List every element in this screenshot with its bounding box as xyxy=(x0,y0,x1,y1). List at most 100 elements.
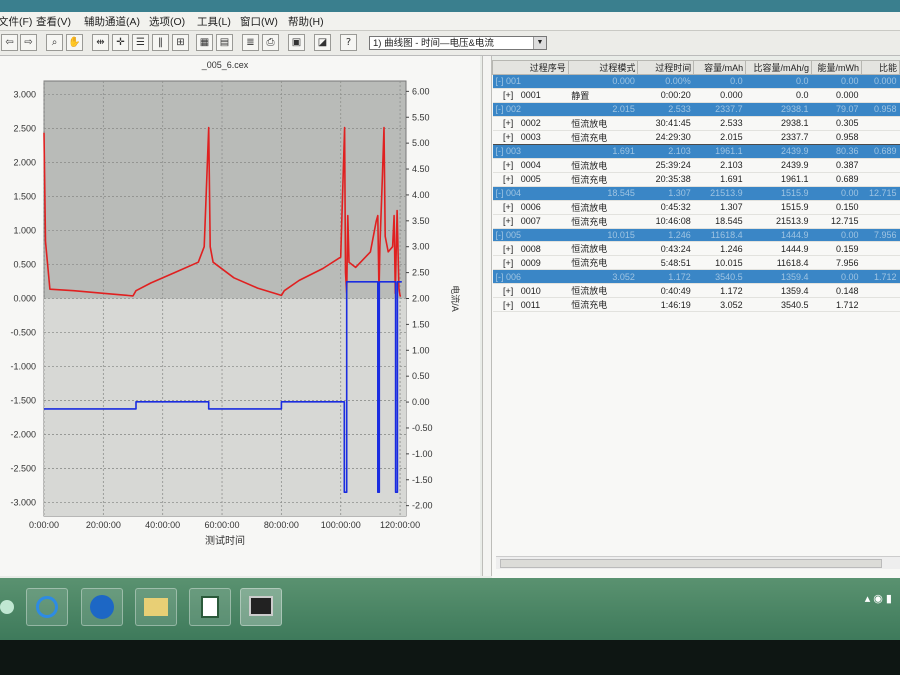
table-cell: 11618.4 xyxy=(745,255,812,271)
arrow-left-icon[interactable]: ⇦ xyxy=(1,34,18,51)
table-cell: 2.533 xyxy=(637,102,694,117)
step-row[interactable]: [+] 0005 恒流充电 20:35:38 1.691 1961.1 0.689 xyxy=(492,172,900,187)
cycle-row[interactable]: [-] 002 2.015 2.533 2337.7 2938.1 79.07 0.958 xyxy=(492,102,900,117)
step-row[interactable]: [+] 0001 静置 0:00:20 0.000 0.0 0.000 xyxy=(492,88,900,103)
grid-icon[interactable]: ⊞ xyxy=(172,34,189,51)
menu-options[interactable]: 选项(O) xyxy=(149,14,185,29)
table-cell: [+] 0001 xyxy=(492,88,569,103)
list-icon[interactable]: ≣ xyxy=(242,34,259,51)
step-row[interactable]: [+] 0008 恒流放电 0:43:24 1.246 1444.9 0.159 xyxy=(492,241,900,257)
y-right-tick-label: 0.50 xyxy=(412,371,430,381)
layout-icon[interactable]: ▣ xyxy=(288,34,305,51)
split-v-icon[interactable]: ‖ xyxy=(152,34,169,51)
table-cell xyxy=(861,158,900,173)
teamviewer-icon[interactable] xyxy=(81,588,123,626)
split-h-icon[interactable]: ☰ xyxy=(132,34,149,51)
y-left-tick-label: -2.000 xyxy=(10,429,36,439)
step-row[interactable]: [+] 0009 恒流充电 5:48:51 10.015 11618.4 7.956 xyxy=(492,255,900,271)
menu-view[interactable]: 查看(V) xyxy=(36,14,71,29)
hand-icon[interactable]: ✋ xyxy=(66,34,83,51)
table-icon[interactable]: ▦ xyxy=(196,34,213,51)
table-cell: 1.246 xyxy=(693,241,746,257)
step-row[interactable]: [+] 0002 恒流放电 30:41:45 2.533 2938.1 0.305 xyxy=(492,116,900,131)
column-header[interactable]: 容量/mAh xyxy=(693,60,747,75)
table-header: 过程序号 过程模式 过程时间 容量/mAh 比容量/mAh/g 能量/mWh 比能 xyxy=(492,60,900,75)
table-cell: 7.956 xyxy=(861,228,900,243)
step-row[interactable]: [+] 0004 恒流放电 25:39:24 2.103 2439.9 0.387 xyxy=(492,158,900,173)
export-icon[interactable]: ◪ xyxy=(314,34,331,51)
menu-file[interactable]: 文件(F) xyxy=(0,14,32,29)
ie-icon[interactable] xyxy=(26,588,68,626)
h-cursor-icon[interactable]: ⇹ xyxy=(92,34,109,51)
table-cell xyxy=(861,241,900,257)
cross-cursor-icon[interactable]: ✛ xyxy=(112,34,129,51)
column-header[interactable]: 能量/mWh xyxy=(811,60,863,75)
y-right-tick-label: 5.50 xyxy=(412,112,430,122)
chart-app-icon[interactable] xyxy=(240,588,282,626)
table-cell: 1961.1 xyxy=(745,172,812,187)
table-cell: [+] 0005 xyxy=(492,172,569,187)
step-row[interactable]: [+] 0007 恒流充电 10:46:08 18.545 21513.9 12.715 xyxy=(492,214,900,229)
y-right-tick-label: 3.50 xyxy=(412,216,430,226)
table-cell: 80.36 xyxy=(811,144,862,159)
table-cell: 恒流放电 xyxy=(568,283,638,299)
table-cell xyxy=(861,200,900,215)
cycle-row[interactable]: [-] 005 10.015 1.246 11618.4 1444.9 0.00 7.956 xyxy=(492,228,900,243)
zoom-select-icon[interactable]: ⌕ xyxy=(46,34,63,51)
table-cell: [+] 0002 xyxy=(492,116,569,131)
column-header[interactable]: 过程序号 xyxy=(492,60,569,75)
column-header[interactable]: 过程模式 xyxy=(567,60,639,75)
scroll-thumb[interactable] xyxy=(500,559,882,568)
report-icon[interactable]: ▤ xyxy=(216,34,233,51)
table-cell: 1.691 xyxy=(693,172,746,187)
x-tick-label: 60:00:00 xyxy=(205,520,240,530)
table-cell: [+] 0008 xyxy=(492,241,569,257)
table-cell: 0.148 xyxy=(811,283,862,299)
step-row[interactable]: [+] 0011 恒流充电 1:46:19 3.052 3540.5 1.712 xyxy=(492,297,900,313)
view-selector[interactable]: 1) 曲线图 - 时间—电压&电流 ▼ xyxy=(369,36,547,50)
cycle-row[interactable]: [-] 003 1.691 2.103 1961.1 2439.9 80.36 0.689 xyxy=(492,144,900,159)
table-cell xyxy=(861,88,900,103)
menu-aux-channel[interactable]: 辅助通道(A) xyxy=(84,14,140,29)
table-cell: 恒流放电 xyxy=(568,241,638,257)
table-cell: [-] 002 xyxy=(492,102,569,117)
file-explorer-icon[interactable] xyxy=(135,588,177,626)
step-row[interactable]: [+] 0010 恒流放电 0:40:49 1.172 1359.4 0.148 xyxy=(492,283,900,299)
table-cell: 恒流充电 xyxy=(568,129,638,145)
table-cell: [-] 005 xyxy=(492,228,569,243)
splitter[interactable] xyxy=(482,56,492,576)
y-right-tick-label: 1.50 xyxy=(412,319,430,329)
cycle-row[interactable]: [-] 004 18.545 1.307 21513.9 1515.9 0.00 12.71… xyxy=(492,186,900,201)
table-cell: [-] 003 xyxy=(492,144,569,159)
y-left-tick-label: -0.500 xyxy=(10,327,36,337)
column-header[interactable]: 过程时间 xyxy=(637,60,695,75)
chart-panel: _005_6.cex 0:00:00 20:00:00 40:00:00 60:00:0… xyxy=(0,56,480,576)
print-icon[interactable]: ⎙ xyxy=(262,34,279,51)
table-cell: 1.691 xyxy=(568,144,638,159)
cycle-row[interactable]: [-] 006 3.052 1.172 3540.5 1359.4 0.00 1.712 xyxy=(492,269,900,285)
battery-test-app-icon[interactable] xyxy=(189,588,231,626)
y-left-tick-label: -2.500 xyxy=(10,463,36,473)
table-cell: 1444.9 xyxy=(745,228,812,243)
menu-window[interactable]: 窗口(W) xyxy=(240,14,278,29)
y-right-tick-label: 4.00 xyxy=(412,190,430,200)
help-icon[interactable]: ? xyxy=(340,34,357,51)
step-row[interactable]: [+] 0006 恒流放电 0:45:32 1.307 1515.9 0.150 xyxy=(492,200,900,215)
column-header[interactable]: 比容量/mAh/g xyxy=(745,60,813,75)
column-header[interactable]: 比能 xyxy=(861,60,900,75)
arrow-right-icon[interactable]: ⇨ xyxy=(20,34,37,51)
system-tray[interactable]: ▴ ◉ ▮ xyxy=(865,592,892,605)
menu-tools[interactable]: 工具(L) xyxy=(197,14,231,29)
table-cell: 25:39:24 xyxy=(637,158,694,173)
horizontal-scrollbar[interactable] xyxy=(496,556,900,569)
table-cell: [-] 006 xyxy=(492,269,569,285)
step-row[interactable]: [+] 0003 恒流充电 24:29:30 2.015 2337.7 0.958 xyxy=(492,129,900,145)
y-left-tick-label: 2.500 xyxy=(13,124,36,134)
chevron-down-icon[interactable]: ▼ xyxy=(533,37,546,49)
menu-help[interactable]: 帮助(H) xyxy=(288,14,324,29)
menu-bar: 文件(F) 查看(V) 辅助通道(A) 选项(O) 工具(L) 窗口(W) 帮助… xyxy=(0,12,900,31)
table-cell: 18.545 xyxy=(568,186,638,201)
cycle-row[interactable]: [-] 001 0.000 0.00% 0.0 0.0 0.00 0.000 xyxy=(492,74,900,89)
start-icon[interactable] xyxy=(0,600,14,614)
table-cell: 1.172 xyxy=(637,269,694,285)
